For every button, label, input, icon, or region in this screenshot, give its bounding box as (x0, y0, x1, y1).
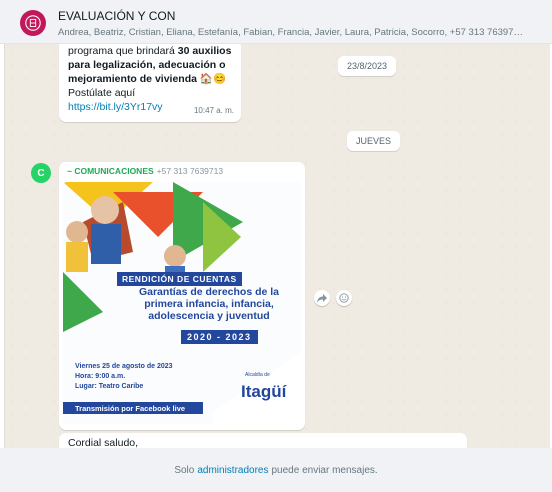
forward-button[interactable] (314, 290, 330, 306)
sender-phone: +57 313 7639713 (156, 166, 224, 176)
group-title: EVALUACIÓN Y CON (58, 9, 176, 23)
emoji: 🏠😊 (199, 73, 227, 85)
promo-text: programa que brindará 30 auxilios para l… (68, 45, 232, 85)
message-time: 8:56 a. m. (255, 409, 291, 418)
group-logo-icon (25, 15, 41, 31)
poster-subtitle: Garantías de derechos de la primera infa… (138, 286, 280, 322)
date-separator-day: JUEVES (347, 131, 401, 151)
emoji-icon (339, 293, 349, 303)
admin-only-notice: Solo administradores puede enviar mensaj… (0, 448, 552, 492)
group-avatar[interactable] (20, 10, 46, 36)
react-button[interactable] (336, 290, 352, 306)
poster-title: RENDICIÓN DE CUENTAS (117, 272, 242, 286)
forward-icon (317, 294, 327, 303)
image-message[interactable]: ~ COMUNICACIONES +57 313 7639713 RENDICIÓ… (59, 162, 305, 430)
chat-area[interactable]: programa que brindará 30 auxilios para l… (4, 44, 550, 448)
poster-info: Viernes 25 de agosto de 2023 Hora: 9:00 … (75, 363, 173, 390)
poster-image[interactable]: RENDICIÓN DE CUENTAS Garantías de derech… (63, 182, 301, 424)
administrators-link[interactable]: administradores (197, 465, 268, 476)
sender-name[interactable]: ~ COMUNICACIONES (67, 166, 154, 176)
promo-message[interactable]: programa que brindará 30 auxilios para l… (59, 44, 241, 122)
logo-caption: Alcaldía de (245, 372, 270, 378)
group-members: Andrea, Beatriz, Cristian, Eliana, Estef… (58, 27, 528, 38)
chat-header[interactable]: EVALUACIÓN Y CON Andrea, Beatriz, Cristi… (0, 0, 552, 44)
date-separator: 23/8/2023 (338, 56, 397, 76)
itagui-logo: Itagüí (241, 382, 287, 401)
message-time: 10:47 a. m. (193, 106, 234, 115)
poster-facebook-bar: Transmisión por Facebook live (63, 402, 203, 414)
promo-link[interactable]: https://bit.ly/3Yr17vy (68, 101, 163, 113)
text-message[interactable]: Cordial saludo, (59, 433, 467, 448)
poster-years: 2020 - 2023 (181, 330, 258, 344)
sender-line: ~ COMUNICACIONES +57 313 7639713 (63, 166, 301, 182)
sender-avatar[interactable]: C (31, 163, 51, 183)
